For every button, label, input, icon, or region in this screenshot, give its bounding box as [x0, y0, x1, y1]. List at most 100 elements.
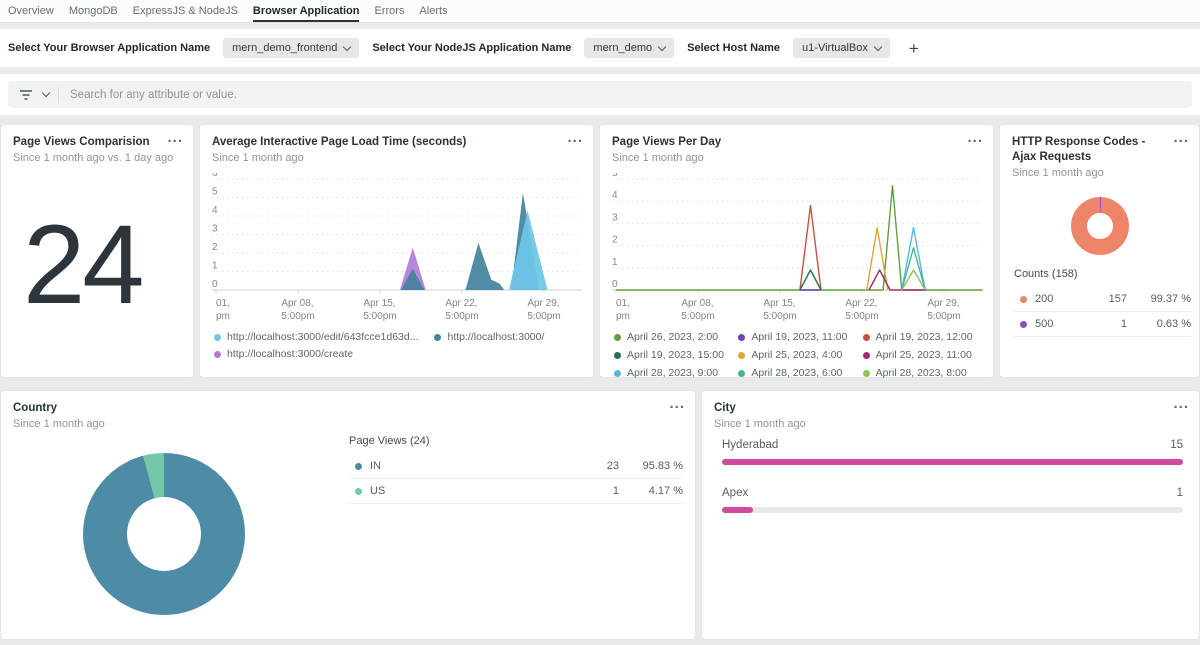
facet-row-IN[interactable]: IN2395.83 %: [349, 454, 683, 478]
search-panel: [0, 74, 1200, 115]
facet-dot-icon: [355, 488, 362, 495]
host-value: u1-VirtualBox: [802, 42, 868, 54]
panel-menu-button[interactable]: ...: [669, 395, 685, 412]
page-views-per-day-plot[interactable]: 012345: [608, 173, 987, 293]
legend-dot-icon: [863, 370, 870, 377]
page-views-per-day-chart: 01234501, pmApr 08, 5:00pmApr 15, 5:00pm…: [608, 173, 987, 373]
host-label: Select Host Name: [687, 42, 780, 54]
browser-app-select[interactable]: mern_demo_frontend: [223, 38, 359, 58]
facet-percent: 4.17 %: [619, 485, 683, 497]
svg-text:4: 4: [212, 205, 218, 216]
facet-label: IN: [370, 460, 567, 472]
x-tick-label: Apr 29, 5:00pm: [527, 297, 560, 323]
facet-row-500[interactable]: 50010.63 %: [1014, 311, 1191, 337]
x-tick-label: Apr 15, 5:00pm: [763, 297, 796, 323]
tab-mongodb[interactable]: MongoDB: [69, 0, 118, 22]
legend-item[interactable]: April 26, 2023, 2:00: [614, 331, 738, 343]
filter-funnel-icon[interactable]: [18, 88, 34, 102]
facet-dot-icon: [355, 463, 362, 470]
legend-dot-icon: [863, 352, 870, 359]
legend-item[interactable]: http://localhost:3000/: [434, 331, 544, 343]
legend-dot-icon: [738, 370, 745, 377]
table-header: Counts (158): [1014, 268, 1191, 280]
facet-value: 23: [567, 460, 619, 472]
tab-errors[interactable]: Errors: [374, 0, 404, 22]
chevron-down-icon: [874, 42, 882, 50]
panel-menu-button[interactable]: ...: [567, 129, 583, 146]
facet-row-200[interactable]: 20015799.37 %: [1014, 287, 1191, 311]
bar-label-row: Hyderabad15: [722, 439, 1183, 451]
panel-page-views-comparision: Page Views Comparision Since 1 month ago…: [0, 124, 194, 378]
http-response-codes-donut[interactable]: [1071, 197, 1129, 255]
add-filter-button[interactable]: +: [909, 40, 919, 57]
chevron-down-icon: [658, 42, 666, 50]
city-bar-apex[interactable]: Apex1: [722, 487, 1183, 513]
facet-row-US[interactable]: US14.17 %: [349, 478, 683, 504]
tab-browser-application[interactable]: Browser Application: [253, 0, 360, 22]
browser-app-label: Select Your Browser Application Name: [8, 42, 210, 54]
facet-dot-icon: [1020, 296, 1027, 303]
legend-label: April 26, 2023, 2:00: [627, 331, 718, 343]
tab-bar: Overview MongoDB ExpressJS & NodeJS Brow…: [0, 0, 1200, 23]
host-select[interactable]: u1-VirtualBox: [793, 38, 890, 58]
panel-title: City: [702, 391, 1199, 416]
legend-item[interactable]: http://localhost:3000/edit/643fcce1d63d.…: [214, 331, 418, 343]
panel-title: Page Views Comparision: [1, 125, 193, 150]
legend-label: April 28, 2023, 8:00: [876, 367, 967, 379]
x-tick-label: 01, pm: [216, 297, 230, 323]
panel-page-views-per-day: Page Views Per Day Since 1 month ago ...…: [599, 124, 994, 378]
legend-item[interactable]: April 28, 2023, 8:00: [863, 367, 987, 379]
city-bar-hyderabad[interactable]: Hyderabad15: [722, 439, 1183, 465]
panel-menu-button[interactable]: ...: [167, 129, 183, 146]
search-input[interactable]: [68, 88, 1182, 102]
bar-label-row: Apex1: [722, 487, 1183, 499]
panel-title: Country: [1, 391, 695, 416]
facet-label: 200: [1035, 293, 1075, 305]
svg-text:3: 3: [212, 224, 218, 235]
legend-item[interactable]: April 25, 2023, 4:00: [738, 349, 862, 361]
legend-item[interactable]: April 19, 2023, 15:00: [614, 349, 738, 361]
facet-dot-icon: [1020, 321, 1027, 328]
tab-alerts[interactable]: Alerts: [419, 0, 447, 22]
svg-text:3: 3: [612, 212, 618, 223]
chevron-down-icon: [343, 42, 351, 50]
legend-item[interactable]: April 19, 2023, 12:00: [863, 331, 987, 343]
legend-item[interactable]: April 19, 2023, 11:00: [738, 331, 862, 343]
facet-value: 1: [1075, 318, 1127, 330]
panel-menu-button[interactable]: ...: [1173, 129, 1189, 146]
avg-page-load-time-plot[interactable]: 0123456: [208, 173, 587, 293]
legend-dot-icon: [614, 370, 621, 377]
panel-menu-button[interactable]: ...: [1173, 395, 1189, 412]
country-donut[interactable]: [83, 453, 245, 615]
legend-item[interactable]: http://localhost:3000/create: [214, 348, 353, 360]
panel-city: City Since 1 month ago ... Hyderabad15 Ap…: [701, 390, 1200, 640]
bar-value: 15: [1170, 439, 1183, 451]
avg-page-load-time-legend: http://localhost:3000/edit/643fcce1d63d.…: [214, 331, 587, 360]
tab-overview[interactable]: Overview: [8, 0, 54, 22]
svg-text:5: 5: [612, 173, 618, 179]
panel-subtitle: Since 1 month ago: [702, 416, 1199, 430]
legend-item[interactable]: April 28, 2023, 9:00: [614, 367, 738, 379]
legend-item[interactable]: April 28, 2023, 6:00: [738, 367, 862, 379]
panel-subtitle: Since 1 month ago: [1, 416, 695, 430]
panel-menu-button[interactable]: ...: [967, 129, 983, 146]
legend-item[interactable]: April 25, 2023, 11:00: [863, 349, 987, 361]
svg-text:2: 2: [212, 242, 218, 253]
legend-label: April 25, 2023, 11:00: [876, 349, 972, 361]
svg-text:6: 6: [212, 173, 218, 179]
nodejs-app-select[interactable]: mern_demo: [584, 38, 674, 58]
chevron-down-icon[interactable]: [42, 89, 50, 97]
legend-dot-icon: [614, 334, 621, 341]
svg-text:4: 4: [612, 190, 618, 201]
bar-fill: [722, 459, 1183, 465]
donut-hole: [127, 497, 201, 571]
legend-label: April 19, 2023, 12:00: [876, 331, 973, 343]
facet-label: US: [370, 485, 567, 497]
legend-label: http://localhost:3000/create: [227, 348, 353, 360]
panel-country: Country Since 1 month ago ... Page Views…: [0, 390, 696, 640]
panel-title: Page Views Per Day: [600, 125, 993, 150]
panel-http-response-codes: HTTP Response Codes - Ajax Requests Sinc…: [999, 124, 1200, 378]
tab-expressjs-nodejs[interactable]: ExpressJS & NodeJS: [133, 0, 238, 22]
legend-label: http://localhost:3000/edit/643fcce1d63d.…: [227, 331, 418, 343]
panel-subtitle: Since 1 month ago vs. 1 day ago: [1, 150, 193, 164]
